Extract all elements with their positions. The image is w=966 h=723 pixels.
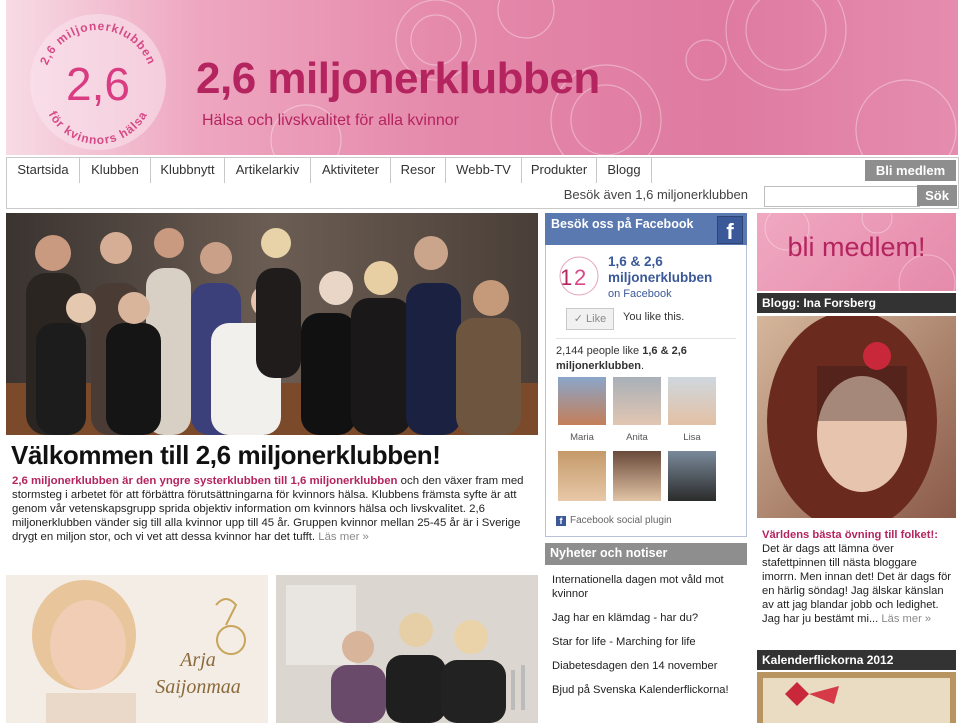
- fan-name[interactable]: Anita: [613, 432, 661, 443]
- blog-excerpt: Världens bästa övning till folket!: Det …: [762, 528, 954, 626]
- facebook-mini-icon: f: [556, 516, 566, 526]
- become-member-label: bli medlem!: [787, 232, 926, 262]
- news-item[interactable]: Star for life - Marching for life: [552, 635, 747, 649]
- arja-caption-line2: Saijonmaa: [155, 676, 241, 698]
- nav-item-resor[interactable]: Resor: [391, 158, 446, 183]
- hero-group-photo[interactable]: [6, 213, 538, 435]
- nav-item-blogg[interactable]: Blogg: [597, 158, 652, 183]
- site-header: 2,6 miljonerklubben för kvinnors hälsa 2…: [6, 0, 958, 155]
- news-item[interactable]: Bjud på Svenska Kalenderflickorna!: [552, 683, 747, 697]
- nav-item-aktiviteter[interactable]: Aktiviteter: [311, 158, 391, 183]
- news-item[interactable]: Jag har en klämdag - har du?: [552, 611, 747, 625]
- facebook-like-button[interactable]: ✓ Like: [566, 308, 614, 330]
- fan-avatar[interactable]: [613, 451, 661, 501]
- logo-number: 2,6: [66, 58, 130, 110]
- facebook-you-like-text: You like this.: [623, 311, 685, 323]
- join-button[interactable]: Bli medlem: [865, 160, 956, 181]
- search-button[interactable]: Sök: [917, 185, 957, 206]
- fan-avatar[interactable]: [613, 377, 661, 425]
- news-item[interactable]: Internationella dagen mot våld mot kvinn…: [552, 573, 747, 601]
- blog-author-photo[interactable]: [757, 316, 956, 518]
- site-tagline: Hälsa och livskvalitet för alla kvinnor: [202, 112, 459, 129]
- facebook-plugin-label: Facebook social plugin: [570, 515, 672, 526]
- sub-nav: Besök även 1,6 miljonerklubben Sök: [6, 183, 959, 209]
- nav-item-artikelarkiv[interactable]: Artikelarkiv: [225, 158, 311, 183]
- become-member-banner[interactable]: bli medlem!: [757, 213, 956, 291]
- facebook-icon[interactable]: f: [717, 216, 743, 244]
- blogger-image: [757, 316, 956, 518]
- feature-thumb-event[interactable]: [276, 575, 538, 723]
- calendar-image: [757, 672, 956, 723]
- blog-post-title[interactable]: Världens bästa övning till folket!:: [762, 529, 938, 541]
- facebook-on-facebook-link[interactable]: on Facebook: [608, 288, 672, 300]
- fan-name[interactable]: Maria: [558, 432, 606, 443]
- facebook-count-prefix: 2,144 people like: [556, 345, 643, 357]
- fan-name[interactable]: Lisa: [668, 432, 716, 443]
- facebook-box-header[interactable]: Besök oss på Facebook f: [545, 213, 747, 245]
- facebook-like-box: 1 2 1,6 & 2,6 miljonerklubben on Faceboo…: [545, 245, 747, 537]
- fan-avatar[interactable]: [668, 451, 716, 501]
- divider: [556, 338, 736, 339]
- blog-read-more-link[interactable]: Läs mer »: [881, 613, 931, 625]
- facebook-social-plugin[interactable]: f Facebook social plugin: [556, 515, 672, 526]
- nav-item-webb-tv[interactable]: Webb-TV: [446, 158, 522, 183]
- club-logo[interactable]: 2,6 miljonerklubben för kvinnors hälsa 2…: [28, 12, 168, 152]
- fan-avatar[interactable]: [558, 377, 606, 425]
- svg-text:2: 2: [574, 265, 586, 290]
- nav-item-produkter[interactable]: Produkter: [522, 158, 597, 183]
- arja-photo: Arja Saijonmaa: [6, 575, 268, 723]
- calendar-section-header[interactable]: Kalenderflickorna 2012: [757, 650, 956, 670]
- facebook-like-label: Like: [586, 313, 607, 325]
- facebook-page-logo[interactable]: 1 2: [558, 255, 600, 297]
- facebook-page-name[interactable]: 1,6 & 2,6 miljonerklubben: [608, 254, 746, 286]
- site-title[interactable]: 2,6 miljonerklubben: [196, 54, 600, 104]
- facebook-header-label: Besök oss på Facebook: [551, 217, 694, 231]
- welcome-read-more-link[interactable]: Läs mer »: [318, 531, 369, 543]
- welcome-text: 2,6 miljonerklubben är den yngre systerk…: [12, 474, 534, 544]
- news-item[interactable]: Diabetesdagen den 14 november: [552, 659, 747, 673]
- event-photo: [276, 575, 538, 723]
- main-nav: Startsida Klubben Klubbnytt Artikelarkiv…: [6, 157, 959, 184]
- nav-item-klubbnytt[interactable]: Klubbnytt: [151, 158, 225, 183]
- welcome-heading[interactable]: Välkommen till 2,6 miljonerklubben!: [11, 440, 441, 471]
- fan-avatar[interactable]: [668, 377, 716, 425]
- facebook-like-count: 2,144 people like 1,6 & 2,6 miljonerklub…: [556, 344, 741, 374]
- fan-avatar[interactable]: [558, 451, 606, 501]
- sister-club-link[interactable]: Besök även 1,6 miljonerklubben: [564, 183, 748, 208]
- blog-section-header[interactable]: Blogg: Ina Forsberg: [757, 293, 956, 313]
- hero-photo-image: [6, 213, 538, 435]
- calendar-photo[interactable]: [757, 672, 956, 723]
- thumbs-up-icon: ✓: [573, 313, 587, 325]
- nav-item-startsida[interactable]: Startsida: [7, 158, 80, 183]
- welcome-lead[interactable]: 2,6 miljonerklubben är den yngre systerk…: [12, 475, 398, 487]
- arja-caption-line1: Arja: [178, 649, 216, 671]
- nav-item-klubben[interactable]: Klubben: [80, 158, 151, 183]
- search-input[interactable]: [764, 186, 920, 207]
- news-section-header: Nyheter och notiser: [545, 543, 747, 565]
- feature-thumb-arja[interactable]: Arja Saijonmaa: [6, 575, 268, 723]
- facebook-count-suffix: .: [640, 360, 645, 372]
